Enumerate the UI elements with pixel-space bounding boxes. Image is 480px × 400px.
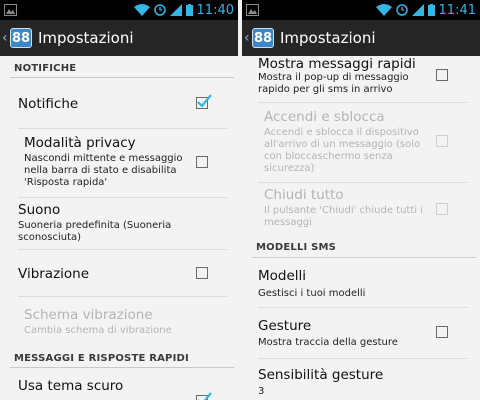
mostra-checkbox[interactable] xyxy=(436,69,448,81)
status-bar: 11:41 xyxy=(242,0,480,20)
pref-title: Usa tema scuro xyxy=(18,378,124,394)
pref-suono[interactable]: Suono Suoneria predefinita (Suoneria sco… xyxy=(0,198,238,250)
back-caret-icon[interactable]: ‹ xyxy=(2,30,10,46)
pref-title: Chiudi tutto xyxy=(264,187,344,203)
preferences-list: NOTIFICHE Notifiche Modalità privacy Nas… xyxy=(0,56,238,400)
vibrazione-checkbox[interactable] xyxy=(196,267,208,279)
signal-icon xyxy=(411,4,424,16)
image-icon xyxy=(4,4,17,16)
tema-scuro-checkbox[interactable] xyxy=(196,392,212,400)
battery-icon xyxy=(185,4,193,16)
pref-title: Modelli xyxy=(258,268,307,284)
pref-summary: Mostra traccia della gesture xyxy=(258,337,398,348)
pref-title: Accendi e sblocca xyxy=(264,109,385,125)
preferences-list: Mostra messaggi rapidi Mostra il pop-up … xyxy=(242,56,480,400)
settings-screen-right: 11:41 ‹ 88 Impostazioni Mostra messaggi … xyxy=(242,0,480,400)
pref-schema-vibrazione: Schema vibrazione Cambia schema di vibra… xyxy=(0,297,238,347)
pref-title: Mostra messaggi rapidi xyxy=(258,56,416,72)
status-bar: 11:40 xyxy=(0,0,238,20)
privacy-checkbox[interactable] xyxy=(196,156,208,168)
check-icon xyxy=(198,392,212,400)
pref-summary: Cambia schema di vibrazione xyxy=(24,325,172,336)
notifiche-checkbox[interactable] xyxy=(196,94,212,109)
check-icon xyxy=(197,94,212,108)
pref-title: Modalità privacy xyxy=(24,135,136,151)
signal-icon xyxy=(169,4,182,16)
battery-icon xyxy=(427,4,435,16)
settings-screen-left: 11:40 ‹ 88 Impostazioni NOTIFICHE Notifi… xyxy=(0,0,238,400)
category-modelli-sms: MODELLI SMS xyxy=(256,242,337,253)
pref-modelli[interactable]: Modelli Gestisci i tuoi modelli xyxy=(242,258,480,306)
image-icon xyxy=(246,4,259,16)
category-notifiche: NOTIFICHE xyxy=(14,63,77,74)
page-title: Impostazioni xyxy=(280,29,376,47)
status-time: 11:40 xyxy=(196,2,234,18)
pref-title: Notifiche xyxy=(18,96,79,112)
pref-notifiche[interactable]: Notifiche xyxy=(0,78,238,126)
pref-summary: Suoneria predefinita (Suoneria sconosciu… xyxy=(18,220,172,243)
pref-title: Suono xyxy=(18,202,61,218)
pref-summary: Nascondi mittente e messaggio nella barr… xyxy=(24,153,183,188)
pref-title: Schema vibrazione xyxy=(24,307,153,323)
pref-mostra-messaggi-rapidi[interactable]: Mostra messaggi rapidi Mostra il pop-up … xyxy=(242,56,480,100)
pref-tema-scuro[interactable]: Usa tema scuro xyxy=(0,368,238,400)
sync-icon xyxy=(153,4,166,16)
pref-title: Gesture xyxy=(258,318,312,334)
status-time: 11:41 xyxy=(438,2,476,18)
pref-sensibilita-gesture[interactable]: Sensibilità gesture 3 xyxy=(242,359,480,400)
pref-chiudi-tutto: Chiudi tutto Il pulsante 'Chiudi' chiude… xyxy=(242,183,480,237)
gesture-checkbox[interactable] xyxy=(436,326,448,338)
pref-accendi-sblocca: Accendi e sblocca Accendi e sblocca il d… xyxy=(242,103,480,183)
pref-title: Sensibilità gesture xyxy=(258,367,384,383)
pref-vibrazione[interactable]: Vibrazione xyxy=(0,250,238,296)
app-icon[interactable]: 88 xyxy=(252,28,274,48)
pref-privacy[interactable]: Modalità privacy Nascondi mittente e mes… xyxy=(0,129,238,197)
chiudi-checkbox xyxy=(436,203,448,215)
pref-summary: 3 xyxy=(258,386,265,397)
pref-summary: Accendi e sblocca il dispositivo all'arr… xyxy=(264,127,421,174)
app-icon[interactable]: 88 xyxy=(10,28,32,48)
pref-summary: Mostra il pop-up di messaggio rapido per… xyxy=(258,72,409,95)
back-caret-icon[interactable]: ‹ xyxy=(244,30,252,46)
wifi-icon xyxy=(133,4,150,16)
page-title: Impostazioni xyxy=(38,29,134,47)
pref-gesture[interactable]: Gesture Mostra traccia della gesture xyxy=(242,308,480,358)
accendi-checkbox xyxy=(436,135,448,147)
pref-summary: Gestisci i tuoi modelli xyxy=(258,288,366,299)
action-bar: ‹ 88 Impostazioni xyxy=(242,20,480,56)
category-messaggi: MESSAGGI E RISPOSTE RAPIDI xyxy=(14,353,189,364)
action-bar: ‹ 88 Impostazioni xyxy=(0,20,238,56)
pref-summary: Il pulsante 'Chiudi' chiude tutti i mess… xyxy=(264,205,424,228)
pref-title: Vibrazione xyxy=(18,266,90,282)
wifi-icon xyxy=(375,4,392,16)
sync-icon xyxy=(395,4,408,16)
